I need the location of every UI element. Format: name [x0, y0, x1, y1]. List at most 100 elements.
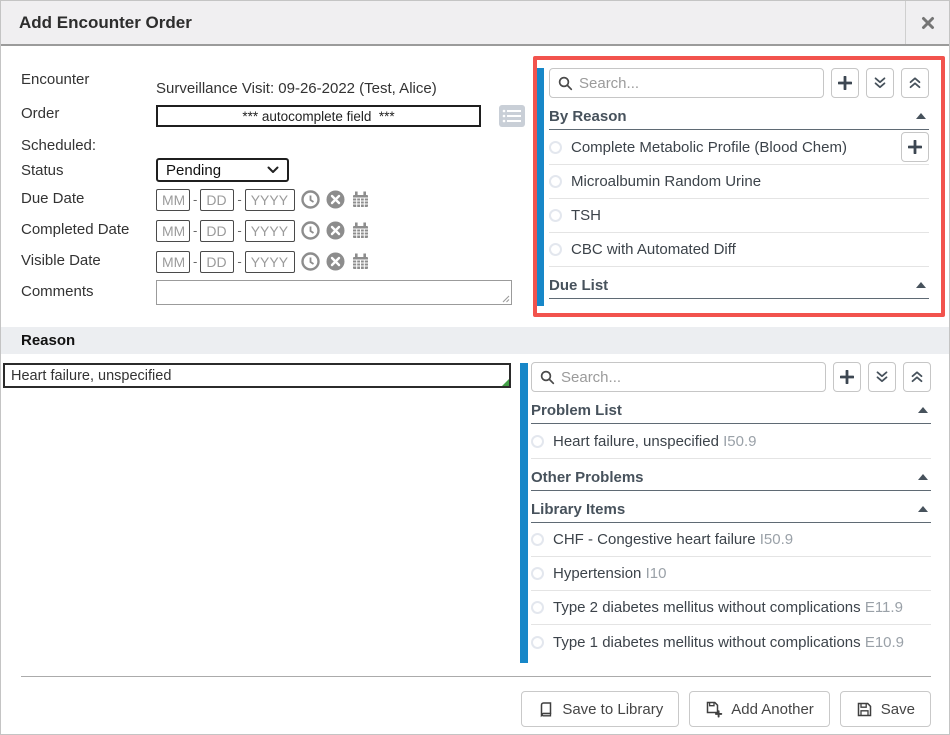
due-date-calendar-button[interactable] [351, 190, 370, 209]
radio-icon[interactable] [549, 243, 562, 256]
due-date-month-input[interactable] [156, 189, 190, 211]
order-expand-all-button[interactable] [866, 68, 894, 98]
order-search-input[interactable] [579, 75, 815, 92]
plus-icon [908, 140, 922, 154]
completed-date-clear-button[interactable] [326, 221, 345, 240]
completed-date-year-input[interactable] [245, 220, 295, 242]
due-date-year-input[interactable] [245, 189, 295, 211]
reason-add-button[interactable] [833, 362, 861, 392]
section-header-problem-list[interactable]: Problem List [531, 397, 931, 424]
list-icon [498, 104, 526, 128]
comments-textarea[interactable] [156, 280, 512, 305]
visible-date-clear-button[interactable] [326, 252, 345, 271]
visible-date-year-input[interactable] [245, 251, 295, 273]
due-date-label: Due Date [21, 190, 84, 207]
library-item-label: Type 2 diabetes mellitus without complic… [553, 599, 903, 616]
section-title: Problem List [531, 402, 622, 419]
add-another-button[interactable]: Add Another [689, 691, 830, 727]
problem-text: Type 2 diabetes mellitus without complic… [553, 599, 861, 616]
save-to-library-button[interactable]: Save to Library [521, 691, 679, 727]
completed-date-now-button[interactable] [301, 221, 320, 240]
order-search-box[interactable] [549, 68, 824, 98]
reason-search-input[interactable] [561, 369, 817, 386]
visible-date-now-button[interactable] [301, 252, 320, 271]
order-item-label: CBC with Automated Diff [571, 241, 736, 258]
comments-field-wrap [156, 280, 512, 305]
order-add-button[interactable] [831, 68, 859, 98]
calendar-icon [351, 190, 370, 209]
order-item[interactable]: Complete Metabolic Profile (Blood Chem) [549, 130, 929, 165]
section-header-due-list[interactable]: Due List [549, 272, 929, 299]
radio-icon[interactable] [549, 209, 562, 222]
reason-expand-all-button[interactable] [868, 362, 896, 392]
due-date-day-input[interactable] [200, 189, 234, 211]
problem-text: Hypertension [553, 565, 641, 582]
icd-code: E11.9 [865, 599, 903, 616]
status-select[interactable]: Pending [156, 158, 289, 182]
order-item-label: TSH [571, 207, 601, 224]
completed-date-month-input[interactable] [156, 220, 190, 242]
reason-field-wrap [3, 363, 511, 388]
radio-icon[interactable] [531, 567, 544, 580]
visible-date-day-input[interactable] [200, 251, 234, 273]
library-item-label: Type 1 diabetes mellitus without complic… [553, 634, 904, 651]
radio-icon[interactable] [531, 533, 544, 546]
order-collapse-all-button[interactable] [901, 68, 929, 98]
order-autocomplete-input[interactable] [156, 105, 481, 127]
problem-text: Heart failure, unspecified [553, 433, 719, 450]
resize-grip-icon[interactable] [502, 295, 510, 303]
due-date-clear-button[interactable] [326, 190, 345, 209]
footer-actions: Save to Library Add Another Save [521, 691, 931, 727]
order-list-button[interactable] [498, 104, 526, 128]
radio-icon[interactable] [549, 175, 562, 188]
double-chevron-down-icon [875, 370, 889, 384]
collapse-triangle-icon [918, 407, 928, 413]
reason-collapse-all-button[interactable] [903, 362, 931, 392]
add-order-item-button[interactable] [901, 132, 929, 162]
reason-section-header: Reason [1, 327, 950, 354]
reason-search-box[interactable] [531, 362, 826, 392]
section-header-by-reason[interactable]: By Reason [549, 103, 929, 130]
radio-icon[interactable] [549, 141, 562, 154]
radio-icon[interactable] [531, 636, 544, 649]
reason-picker-panel: Problem List Heart failure, unspecified … [531, 362, 931, 659]
footer-divider [21, 676, 931, 677]
section-header-library-items[interactable]: Library Items [531, 496, 931, 523]
due-date-now-button[interactable] [301, 190, 320, 209]
save-button[interactable]: Save [840, 691, 931, 727]
section-header-other-problems[interactable]: Other Problems [531, 464, 931, 491]
clear-circle-icon [326, 221, 345, 240]
reason-autocomplete-input[interactable] [3, 363, 511, 388]
library-item[interactable]: CHF - Congestive heart failure I50.9 [531, 523, 931, 557]
reason-picker-toolbar [531, 362, 931, 392]
collapse-triangle-icon [916, 282, 926, 288]
visible-date-row: - - [156, 250, 370, 273]
completed-date-calendar-button[interactable] [351, 221, 370, 240]
date-separator: - [193, 254, 197, 269]
close-button[interactable] [905, 1, 949, 44]
visible-date-calendar-button[interactable] [351, 252, 370, 271]
save-to-library-label: Save to Library [562, 701, 663, 718]
library-item[interactable]: Type 2 diabetes mellitus without complic… [531, 591, 931, 625]
radio-icon[interactable] [531, 435, 544, 448]
due-date-row: - - [156, 188, 370, 211]
order-item[interactable]: TSH [549, 199, 929, 233]
completed-date-day-input[interactable] [200, 220, 234, 242]
clear-circle-icon [326, 252, 345, 271]
collapse-triangle-icon [918, 506, 928, 512]
plus-icon [838, 76, 852, 90]
library-item-label: CHF - Congestive heart failure I50.9 [553, 531, 793, 548]
order-item[interactable]: CBC with Automated Diff [549, 233, 929, 267]
save-plus-icon [705, 700, 723, 718]
library-item[interactable]: Type 1 diabetes mellitus without complic… [531, 625, 931, 659]
order-item[interactable]: Microalbumin Random Urine [549, 165, 929, 199]
date-separator: - [237, 223, 241, 238]
visible-date-month-input[interactable] [156, 251, 190, 273]
order-item-label: Complete Metabolic Profile (Blood Chem) [571, 139, 847, 156]
radio-icon[interactable] [531, 601, 544, 614]
problem-item[interactable]: Heart failure, unspecified I50.9 [531, 424, 931, 459]
clock-icon [301, 190, 320, 209]
library-item[interactable]: Hypertension I10 [531, 557, 931, 591]
clear-circle-icon [326, 190, 345, 209]
add-another-label: Add Another [731, 701, 814, 718]
